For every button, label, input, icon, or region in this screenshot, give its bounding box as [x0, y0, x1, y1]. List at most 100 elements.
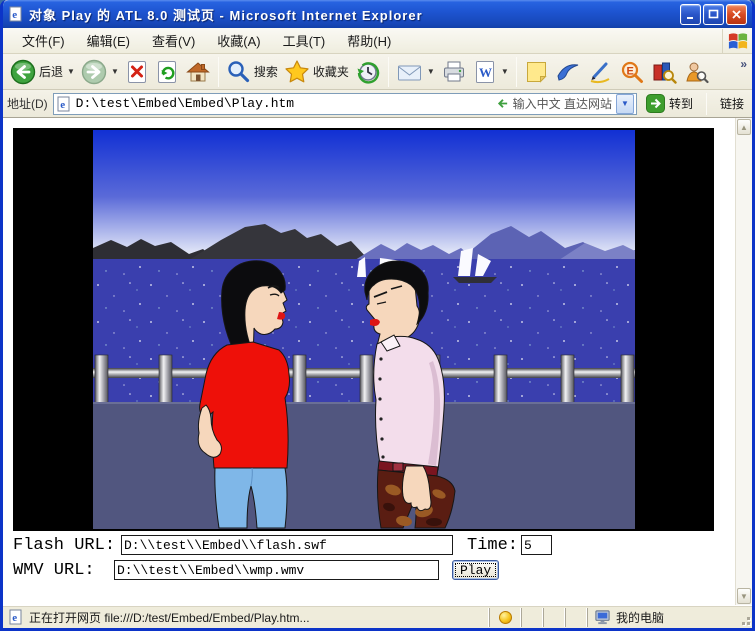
ie-page-icon: e	[9, 609, 22, 625]
favorites-button[interactable]: 收藏夹	[281, 57, 352, 86]
search-button[interactable]: 搜索	[223, 57, 281, 86]
stop-icon	[127, 60, 146, 83]
search-icon	[228, 61, 249, 83]
flash-player[interactable]	[13, 128, 714, 531]
svg-text:e: e	[60, 99, 65, 111]
svg-text:e: e	[12, 9, 17, 21]
flash-url-row: Flash URL: Time:	[13, 534, 735, 556]
refresh-icon	[157, 60, 176, 83]
flash-animation-scene[interactable]	[92, 130, 635, 529]
flash-url-input[interactable]	[121, 535, 453, 555]
time-label: Time:	[467, 535, 519, 555]
address-input[interactable]	[75, 96, 492, 111]
window-title: 对象 Play 的 ATL 8.0 测试页 - Microsoft Intern…	[29, 7, 423, 23]
menu-view[interactable]: 查看(V)	[141, 28, 206, 53]
vertical-scrollbar[interactable]: ▲ ▼	[735, 118, 752, 605]
edit-with-word-button[interactable]: W ▼	[470, 57, 512, 87]
toolbar-overflow-chevron[interactable]: »	[740, 57, 747, 71]
windows-logo	[722, 28, 752, 53]
print-icon	[443, 61, 464, 82]
minimize-button[interactable]	[680, 3, 701, 25]
minimize-icon	[687, 16, 693, 19]
search-label: 搜索	[253, 65, 278, 79]
play-button[interactable]: Play	[452, 560, 500, 580]
window-controls	[680, 3, 747, 25]
menu-edit[interactable]: 编辑(E)	[76, 28, 141, 53]
close-button[interactable]	[726, 3, 747, 25]
dictionary-plugin-button[interactable]	[648, 57, 680, 86]
address-dropdown-button[interactable]: ▼	[615, 93, 634, 114]
green-left-arrow-icon	[497, 99, 507, 108]
menu-help[interactable]: 帮助(H)	[336, 28, 402, 53]
history-button[interactable]	[352, 57, 384, 87]
toolbar-separator	[515, 56, 517, 87]
books-magnifier-icon	[653, 62, 677, 84]
print-button[interactable]	[438, 57, 470, 86]
menu-tools[interactable]: 工具(T)	[272, 28, 337, 53]
security-zone-label: 我的电脑	[616, 610, 665, 625]
scroll-down-button[interactable]: ▼	[737, 588, 751, 604]
back-dropdown-icon[interactable]: ▼	[67, 67, 75, 76]
svg-text:e: e	[12, 612, 17, 624]
refresh-button[interactable]	[152, 57, 182, 87]
address-field[interactable]: e 输入中文 直达网站 ▼	[52, 92, 637, 115]
wmv-url-input[interactable]	[114, 560, 439, 580]
page-content: Flash URL: Time: WMV URL: Play ▲ ▼	[3, 118, 752, 605]
resize-grip[interactable]	[739, 608, 752, 627]
flash-url-label: Flash URL:	[13, 535, 116, 555]
go-label: 转到	[668, 97, 693, 111]
ime-hint: 输入中文 直达网站	[496, 95, 612, 112]
toolbar: 后退 ▼ ▼ 搜索 收藏夹 ▼ W ▼ E »	[3, 54, 752, 90]
scene-sky	[92, 130, 635, 263]
windows-flag-icon	[728, 32, 747, 49]
back-button[interactable]: 后退 ▼	[7, 57, 78, 87]
people-search-plugin-button[interactable]	[680, 57, 712, 86]
links-label[interactable]: 链接	[716, 95, 748, 112]
pen-plugin-button[interactable]	[584, 57, 616, 86]
forward-button[interactable]: ▼	[78, 57, 122, 87]
e-search-plugin-button[interactable]: E	[616, 57, 648, 86]
mail-dropdown-icon[interactable]: ▼	[427, 67, 435, 76]
history-icon	[357, 61, 380, 84]
svg-text:E: E	[626, 66, 633, 78]
favorites-label: 收藏夹	[312, 65, 349, 79]
time-input[interactable]	[521, 535, 553, 555]
menu-favorites[interactable]: 收藏(A)	[206, 28, 271, 53]
sticky-note-icon	[526, 62, 547, 83]
wmv-url-row: WMV URL: Play	[13, 559, 735, 581]
home-icon	[186, 61, 210, 81]
maximize-icon	[708, 9, 719, 18]
statusbar: e 正在打开网页 file:///D:/test/Embed/Embed/Pla…	[3, 605, 752, 628]
ime-hint-text: 输入中文 直达网站	[512, 97, 612, 111]
forward-icon	[81, 59, 107, 84]
mail-button[interactable]: ▼	[393, 58, 438, 86]
addressbar-separator	[705, 92, 707, 115]
svg-text:W: W	[479, 65, 492, 80]
person-magnifier-icon	[686, 62, 709, 84]
sticky-note-button[interactable]	[521, 57, 552, 86]
home-button[interactable]	[182, 57, 214, 87]
go-arrow-icon	[645, 94, 665, 113]
scroll-up-button[interactable]: ▲	[737, 119, 751, 135]
bird-icon	[557, 64, 578, 81]
ie-page-icon: e	[57, 96, 70, 111]
go-button[interactable]: 转到	[642, 93, 697, 114]
back-icon	[10, 59, 36, 84]
menu-file[interactable]: 文件(F)	[11, 28, 76, 53]
titlebar[interactable]: e 对象 Play 的 ATL 8.0 测试页 - Microsoft Inte…	[3, 0, 752, 28]
addressbar: 地址(D) e 输入中文 直达网站 ▼ 转到 链接	[3, 90, 752, 118]
wmv-url-label: WMV URL:	[13, 560, 95, 580]
stop-button[interactable]	[122, 57, 152, 87]
maximize-button[interactable]	[703, 3, 724, 25]
edit-dropdown-icon[interactable]: ▼	[501, 67, 509, 76]
status-loading-text: 正在打开网页 file:///D:/test/Embed/Embed/Play.…	[29, 610, 310, 625]
security-zone-pane: 我的电脑	[587, 607, 739, 627]
bird-plugin-button[interactable]	[552, 57, 584, 86]
close-icon	[732, 9, 741, 19]
browser-window: e 对象 Play 的 ATL 8.0 测试页 - Microsoft Inte…	[0, 0, 755, 631]
forward-dropdown-icon[interactable]: ▼	[111, 67, 119, 76]
word-icon: W	[475, 60, 494, 83]
back-label: 后退	[39, 65, 64, 79]
scene-promenade	[92, 402, 635, 529]
toolbar-separator	[217, 56, 219, 87]
